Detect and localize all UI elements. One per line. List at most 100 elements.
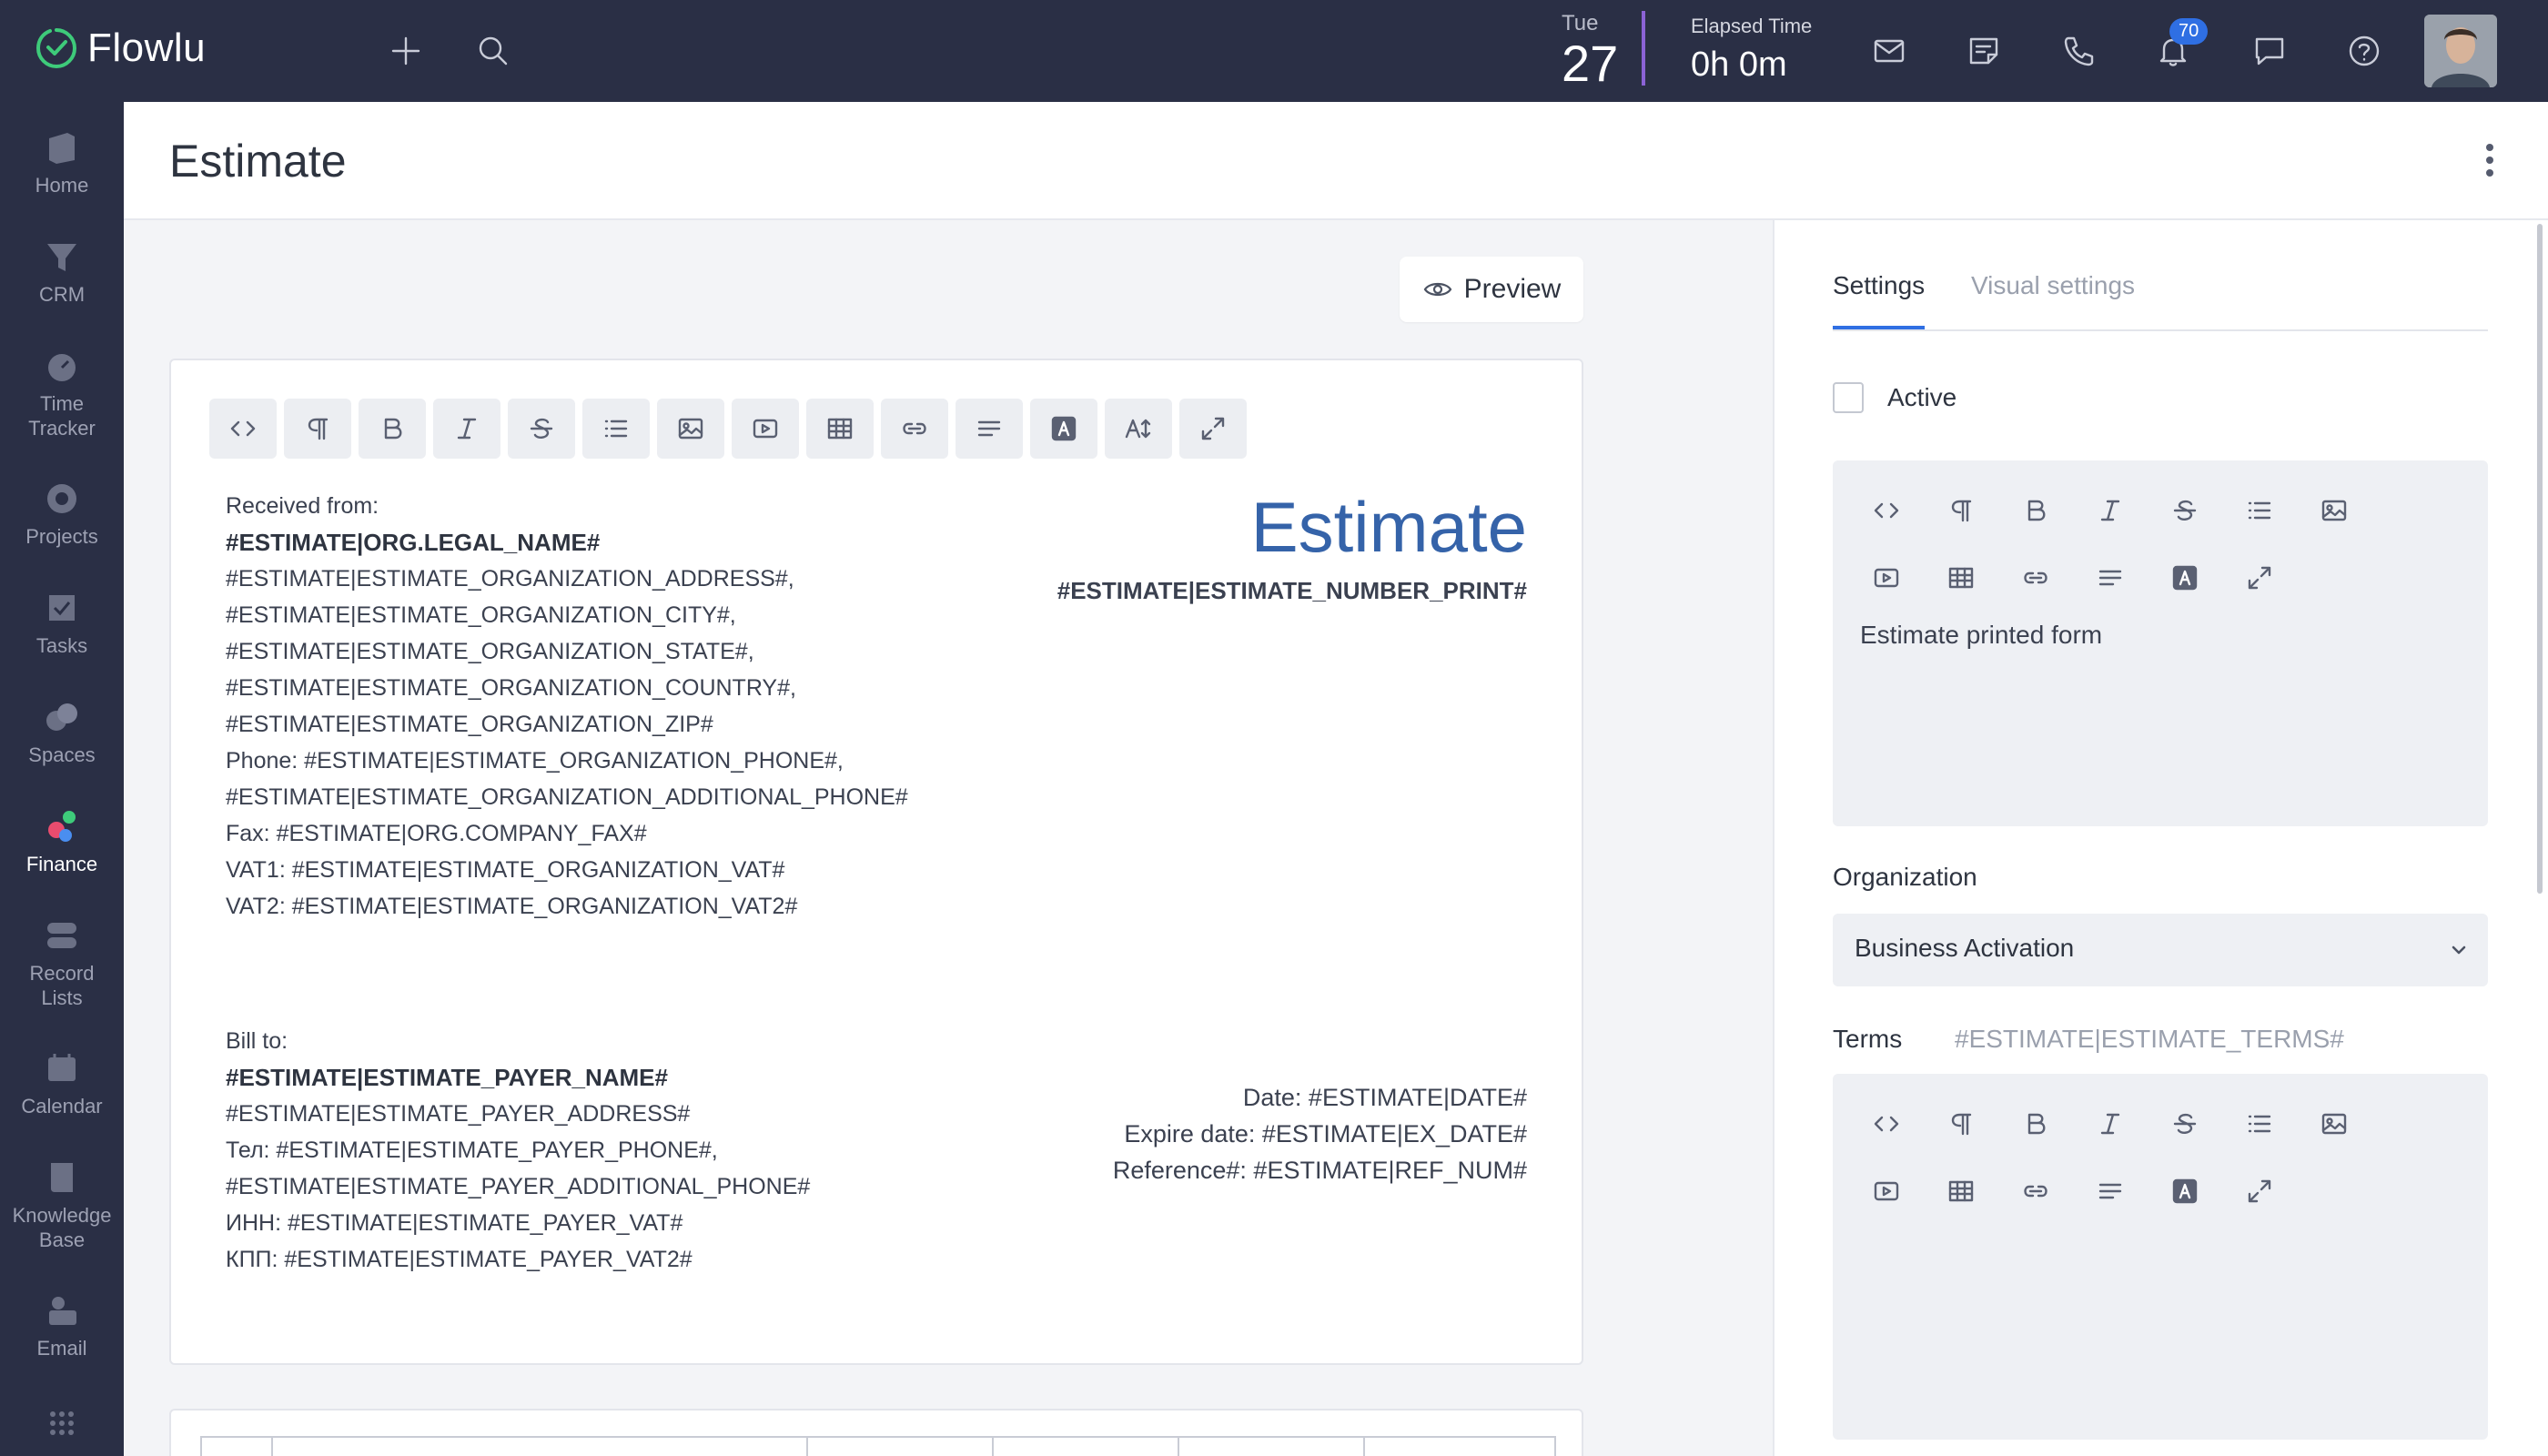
bill-line: ИНН: #ESTIMATE|ESTIMATE_PAYER_VAT# [226,1210,683,1236]
sidebar-item-finance[interactable]: Finance [0,806,124,876]
sender-line: Phone: #ESTIMATE|ESTIMATE_ORGANIZATION_P… [226,748,844,774]
list-icon[interactable] [582,399,650,459]
link-icon[interactable] [1998,1158,2073,1225]
bold-icon[interactable] [1998,1090,2073,1158]
sidebar-item-projects[interactable]: Projects [0,479,124,549]
link-icon[interactable] [1998,544,2073,612]
italic-icon[interactable] [2073,477,2148,544]
paragraph-icon[interactable] [284,399,351,459]
sender-line: #ESTIMATE|ESTIMATE_ORGANIZATION_ADDITION… [226,784,908,810]
video-icon[interactable] [1849,1158,1924,1225]
table-icon[interactable] [1924,544,1998,612]
terms-label: Terms [1833,1025,1903,1053]
active-checkbox[interactable] [1833,382,1864,413]
italic-icon[interactable] [433,399,500,459]
fullscreen-icon[interactable] [2222,544,2297,612]
strikethrough-icon[interactable] [2148,1090,2222,1158]
app-logo[interactable]: Flowlu [35,25,206,71]
image-icon[interactable] [657,399,724,459]
sender-line: #ESTIMATE|ESTIMATE_ORGANIZATION_ZIP# [226,712,713,737]
header-text-content[interactable]: Estimate printed form [1860,621,2102,650]
list-icon[interactable] [2222,477,2297,544]
sidebar-item-time-tracker[interactable]: Time Tracker [0,346,124,440]
sidebar-item-email[interactable]: Email [0,1290,124,1360]
strikethrough-icon[interactable] [2148,477,2222,544]
sender-line: #ESTIMATE|ESTIMATE_ORGANIZATION_COUNTRY#… [226,675,796,701]
code-view-icon[interactable] [1849,477,1924,544]
items-table-editor[interactable] [169,1409,1583,1456]
code-view-icon[interactable] [1849,1090,1924,1158]
notes-icon[interactable] [1960,27,2007,75]
search-icon[interactable] [470,27,517,75]
chat-icon[interactable] [2246,27,2293,75]
align-icon[interactable] [2073,544,2148,612]
sidebar-item-tasks[interactable]: Tasks [0,588,124,658]
editor-toolbar [209,399,1254,459]
logo-check-icon [35,28,77,69]
bill-line: #ESTIMATE|ESTIMATE_PAYER_ADDITIONAL_PHON… [226,1174,811,1199]
date-display: Tue 27 [1562,11,1618,89]
apps-grid-button[interactable] [0,1405,124,1451]
funnel-icon [42,237,82,277]
sidebar-item-label: Email [36,1337,87,1360]
code-view-icon[interactable] [209,399,277,459]
fullscreen-icon[interactable] [2222,1158,2297,1225]
more-options-icon[interactable] [2482,144,2497,180]
sidebar-item-label: Spaces [28,743,96,766]
text-color-icon[interactable] [2148,544,2222,612]
user-avatar[interactable] [2424,15,2497,87]
video-icon[interactable] [732,399,799,459]
help-icon[interactable] [2341,27,2388,75]
paragraph-icon[interactable] [1924,477,1998,544]
top-bar: Flowlu Tue 27 Elapsed Time 0h 0m 70 [0,0,2548,102]
video-icon[interactable] [1849,544,1924,612]
organization-select-value: Business Activation [1855,934,2075,962]
preview-button[interactable]: Preview [1400,257,1583,322]
image-icon[interactable] [2297,1090,2371,1158]
bold-icon[interactable] [359,399,426,459]
sidebar-item-crm[interactable]: CRM [0,237,124,307]
sidebar-item-home[interactable]: Home [0,127,124,197]
italic-icon[interactable] [2073,1090,2148,1158]
paragraph-icon[interactable] [1924,1090,1998,1158]
terms-editor-toolbar [1849,1090,2432,1225]
sidebar-item-knowledge-base[interactable]: Knowledge Base [0,1158,124,1252]
sidebar-item-label: Record [29,962,95,985]
align-icon[interactable] [956,399,1023,459]
spaces-icon [42,697,82,737]
elapsed-time[interactable]: Elapsed Time 0h 0m [1691,15,1812,85]
tab-visual-settings[interactable]: Visual settings [1971,271,2135,329]
table-icon[interactable] [806,399,874,459]
mail-icon[interactable] [1866,27,1913,75]
sidebar-item-calendar[interactable]: Calendar [0,1048,124,1118]
bold-icon[interactable] [1998,477,2073,544]
tab-settings[interactable]: Settings [1833,271,1926,329]
bill-line: Bill to: [226,1028,288,1054]
organization-select[interactable]: Business Activation [1833,914,2488,986]
terms-editor[interactable] [1833,1074,2488,1440]
document-editor[interactable]: Received from: #ESTIMATE|ORG.LEGAL_NAME#… [169,359,1583,1365]
sidebar: Home CRM Time Tracker Projects Tasks Spa… [0,102,124,1456]
sidebar-item-record-lists[interactable]: Record Lists [0,915,124,1010]
add-icon[interactable] [382,27,430,75]
settings-scrollbar[interactable] [2537,224,2543,894]
align-icon[interactable] [2073,1158,2148,1225]
text-color-icon[interactable] [2148,1158,2222,1225]
sender-line: VAT2: #ESTIMATE|ESTIMATE_ORGANIZATION_VA… [226,894,798,919]
sidebar-item-spaces[interactable]: Spaces [0,697,124,767]
list-icon[interactable] [2222,1090,2297,1158]
organization-label: Organization [1833,863,1977,891]
text-color-icon[interactable] [1030,399,1097,459]
font-size-icon[interactable] [1105,399,1172,459]
strikethrough-icon[interactable] [508,399,575,459]
document-title: Estimate [1250,487,1527,567]
sender-line: #ESTIMATE|ESTIMATE_ORGANIZATION_ADDRESS#… [226,566,794,592]
table-icon[interactable] [1924,1158,1998,1225]
page-header: Estimate [124,102,2548,220]
fullscreen-icon[interactable] [1179,399,1247,459]
image-icon[interactable] [2297,477,2371,544]
header-text-editor[interactable]: Estimate printed form [1833,460,2488,826]
link-icon[interactable] [881,399,948,459]
phone-icon[interactable] [2055,27,2102,75]
sender-line: #ESTIMATE|ESTIMATE_ORGANIZATION_STATE#, [226,639,754,664]
